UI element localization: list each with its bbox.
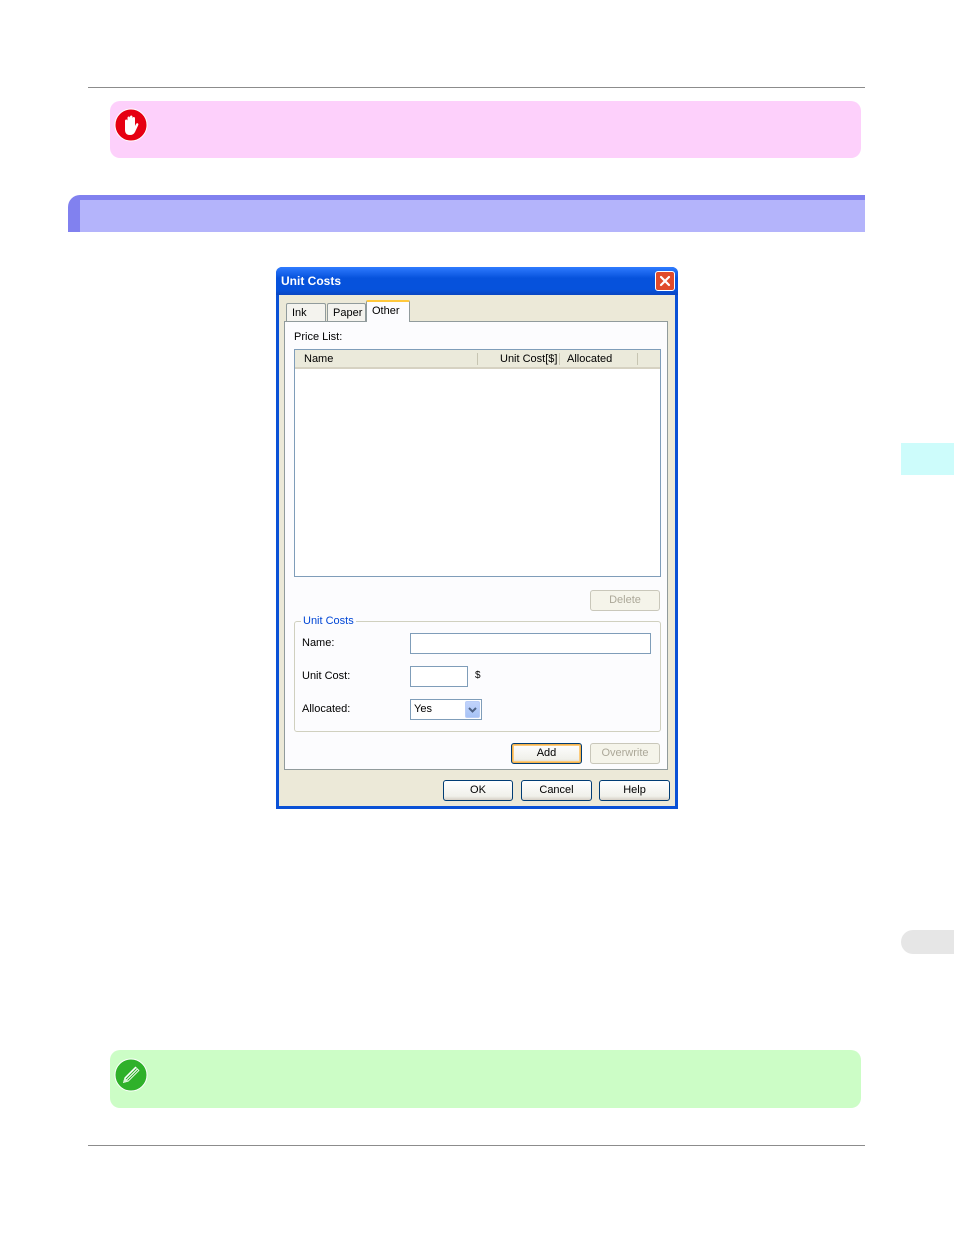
name-field[interactable]	[410, 633, 651, 654]
dialog-titlebar[interactable]: Unit Costs	[276, 267, 678, 295]
currency-symbol: $	[475, 670, 481, 681]
tab-other[interactable]: Other	[366, 300, 410, 322]
delete-button[interactable]: Delete	[590, 590, 660, 611]
ok-button[interactable]: OK	[443, 780, 513, 801]
allocated-selected-value: Yes	[414, 703, 432, 715]
overwrite-button[interactable]: Overwrite	[590, 743, 660, 764]
tab-panel-other: Price List: Name Unit Cost[$] Allocated …	[284, 321, 668, 770]
help-button[interactable]: Help	[599, 780, 670, 801]
tab-ink[interactable]: Ink	[286, 303, 326, 321]
bottom-rule	[88, 1145, 865, 1146]
close-icon	[659, 275, 671, 287]
column-header-name[interactable]: Name	[304, 353, 333, 365]
add-button[interactable]: Add	[511, 743, 582, 764]
column-separator[interactable]	[637, 353, 638, 365]
column-header-unit-cost[interactable]: Unit Cost[$]	[500, 353, 557, 365]
column-header-allocated[interactable]: Allocated	[567, 353, 612, 365]
allocated-label: Allocated:	[302, 703, 351, 715]
dialog-client-area: Ink Paper Other Price List: Name Unit Co…	[279, 295, 675, 806]
side-index-tab[interactable]	[901, 930, 954, 954]
unit-cost-label: Unit Cost:	[302, 670, 351, 682]
tab-other-label: Other	[372, 305, 400, 317]
important-callout	[110, 101, 861, 158]
allocated-select[interactable]: Yes	[410, 699, 482, 720]
column-separator[interactable]	[477, 353, 478, 365]
unit-costs-dialog: Unit Costs Ink Paper Other Price List: N…	[276, 267, 678, 809]
column-separator[interactable]	[559, 353, 560, 365]
price-list-header: Name Unit Cost[$] Allocated	[295, 350, 660, 369]
price-list[interactable]: Name Unit Cost[$] Allocated	[294, 349, 661, 577]
stop-hand-icon	[114, 108, 148, 142]
top-rule	[88, 87, 865, 88]
group-title: Unit Costs	[301, 615, 356, 627]
side-chapter-tab[interactable]	[901, 443, 954, 475]
unit-costs-group: Unit Costs Name: Unit Cost: $ Allocated:…	[294, 615, 661, 732]
unit-cost-field[interactable]	[410, 666, 468, 687]
name-label: Name:	[302, 637, 335, 649]
tab-paper-label: Paper	[333, 307, 363, 319]
price-list-label: Price List:	[294, 331, 343, 343]
note-callout	[110, 1050, 861, 1108]
section-header-band-inner	[80, 200, 865, 232]
dialog-title: Unit Costs	[281, 274, 341, 288]
tab-paper[interactable]: Paper	[327, 303, 366, 321]
tab-ink-label: Ink	[292, 307, 307, 319]
cancel-button[interactable]: Cancel	[521, 780, 592, 801]
pencil-note-icon	[114, 1058, 148, 1092]
close-button[interactable]	[655, 271, 675, 291]
dropdown-button[interactable]	[465, 701, 480, 718]
chevron-down-icon	[468, 707, 477, 713]
